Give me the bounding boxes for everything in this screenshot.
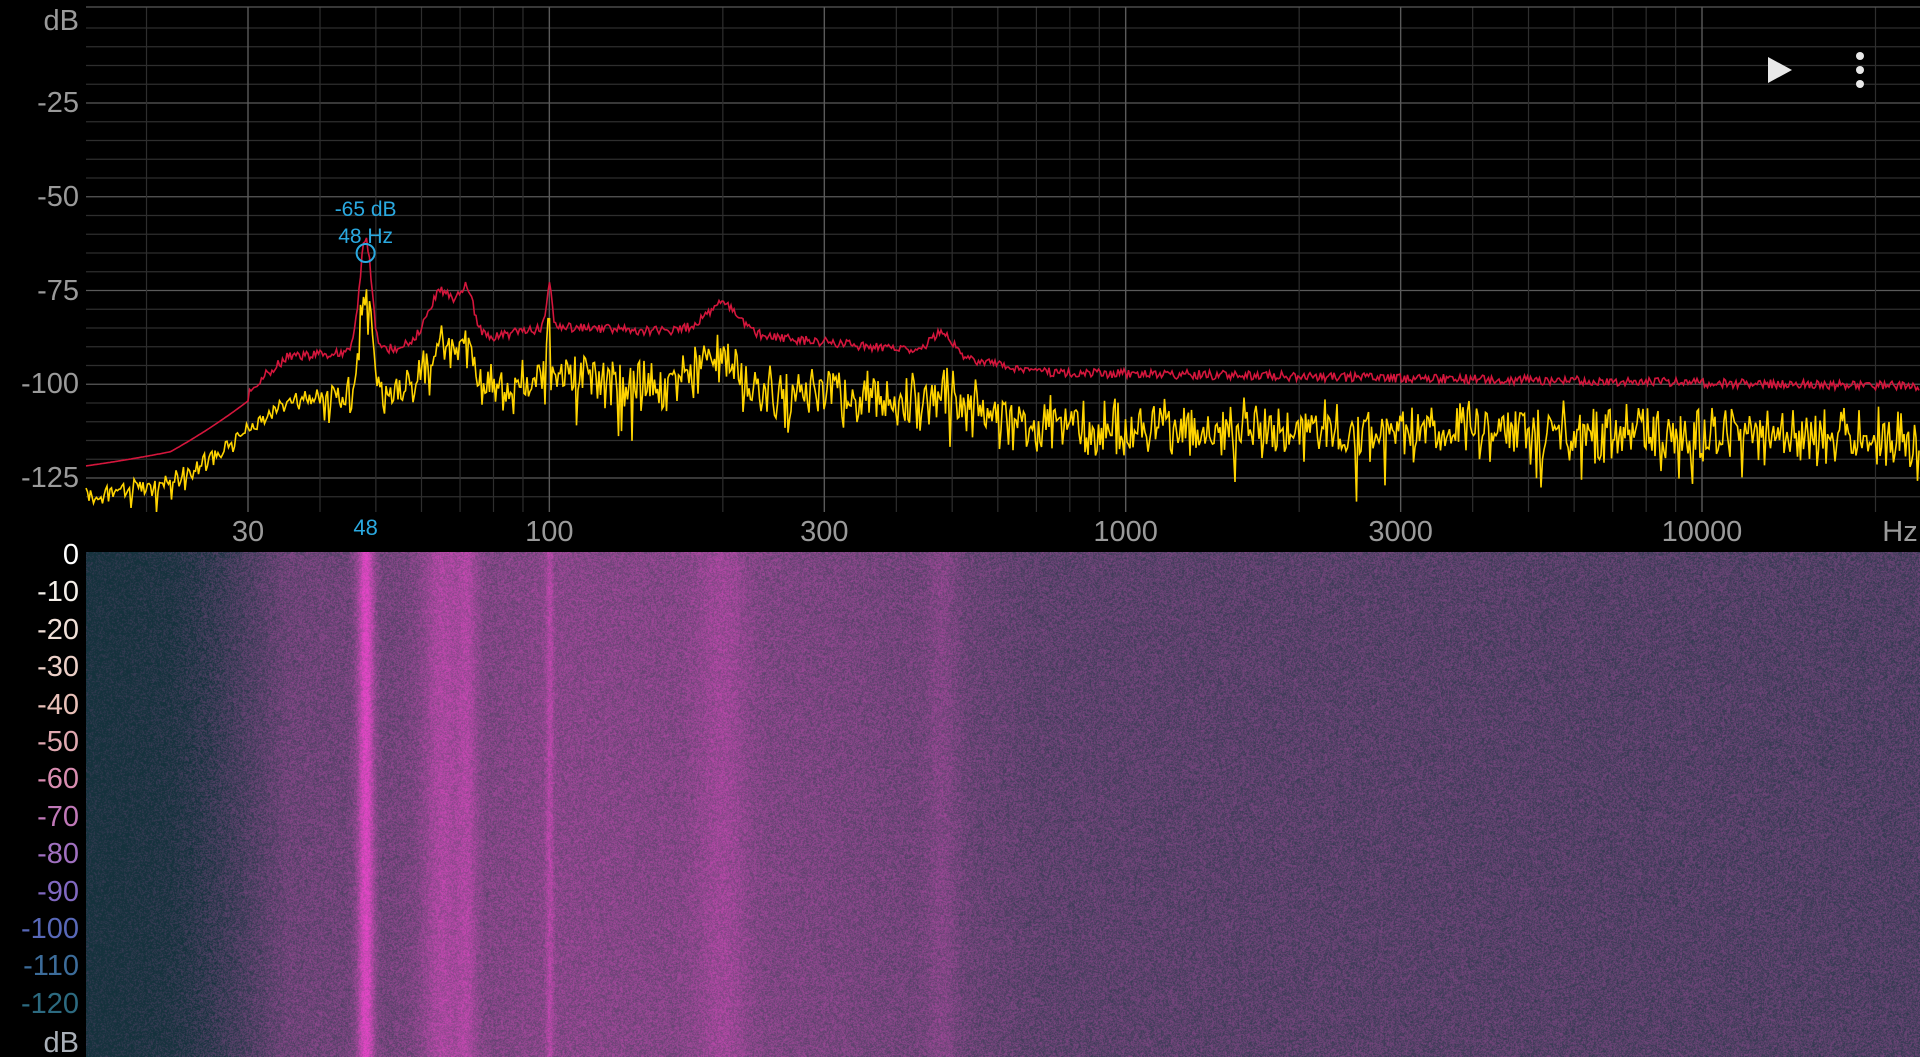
spectrogram-scale-label: -10 bbox=[37, 576, 79, 609]
spectrogram-scale-label: -80 bbox=[37, 838, 79, 871]
more-vert-icon bbox=[1856, 52, 1864, 88]
spectrogram-scale-label: -60 bbox=[37, 763, 79, 796]
peak-hz-label: 48 Hz bbox=[338, 225, 394, 248]
spectrum-x-tick: 10000 bbox=[1661, 516, 1743, 548]
spectrogram-view[interactable] bbox=[86, 552, 1920, 1057]
spectrum-x-tick: 1000 bbox=[1093, 516, 1158, 548]
spectrum-y-tick: -75 bbox=[37, 274, 79, 307]
spectrogram-scale-label: -70 bbox=[37, 800, 79, 833]
spectrum-y-unit: dB bbox=[43, 5, 79, 37]
play-button[interactable] bbox=[1763, 52, 1797, 88]
spectrum-plot[interactable] bbox=[0, 0, 1920, 550]
analyzer-app: dB -25 -50 -75 -100 -125 30 100 300 1000 3000 100… bbox=[0, 0, 1920, 1057]
spectrum-y-tick: -100 bbox=[20, 368, 79, 401]
spectrogram-scale-label: -90 bbox=[37, 875, 79, 908]
peak-axis-label: 48 bbox=[353, 515, 378, 540]
spectrogram-unit: dB bbox=[43, 1027, 79, 1057]
spectrogram-scale-label: -40 bbox=[37, 688, 79, 721]
spectrum-x-tick: 30 bbox=[231, 516, 265, 548]
spectrum-y-tick: -50 bbox=[37, 180, 79, 213]
play-icon bbox=[1768, 57, 1792, 83]
peak-db-label: -65 dB bbox=[334, 198, 397, 221]
more-options-button[interactable] bbox=[1846, 50, 1874, 90]
spectrum-x-unit: Hz bbox=[1882, 516, 1918, 548]
spectrogram-scale-label: -100 bbox=[20, 913, 79, 945]
spectrum-x-tick: 3000 bbox=[1368, 516, 1433, 548]
spectrum-x-tick: 300 bbox=[800, 516, 849, 548]
spectrogram-scale-label: -30 bbox=[37, 651, 79, 684]
spectrogram-scale-label: -110 bbox=[23, 950, 79, 983]
spectrum-y-tick: -25 bbox=[37, 87, 79, 119]
spectrogram-scale-label: 0 bbox=[62, 539, 79, 571]
spectrogram-scale-label: -50 bbox=[37, 726, 79, 758]
spectrogram-scale-label: -120 bbox=[20, 987, 79, 1020]
spectrum-x-tick: 100 bbox=[525, 516, 574, 548]
spectrum-y-tick: -125 bbox=[20, 462, 79, 494]
spectrogram-scale-label: -20 bbox=[37, 613, 79, 646]
